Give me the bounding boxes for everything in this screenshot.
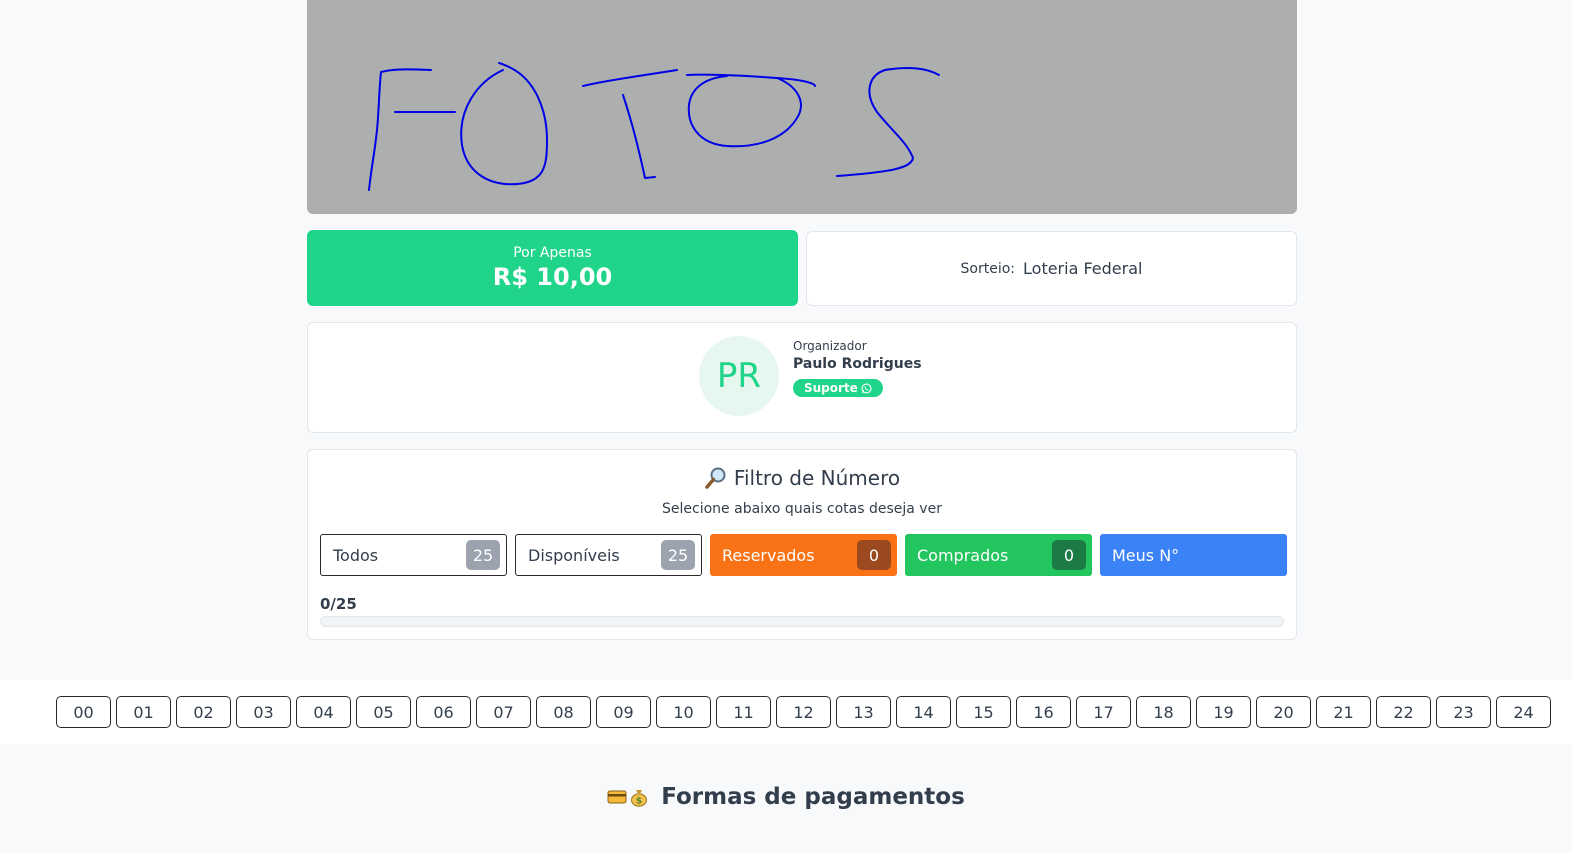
handwritten-fotos-drawing	[368, 62, 940, 191]
number-button[interactable]: 23	[1436, 696, 1491, 728]
price-value: R$ 10,00	[492, 263, 613, 291]
number-button[interactable]: 14	[896, 696, 951, 728]
draw-value: Loteria Federal	[1023, 259, 1143, 278]
number-button[interactable]: 11	[716, 696, 771, 728]
number-button[interactable]: 24	[1496, 696, 1551, 728]
filter-all-label: Todos	[333, 545, 379, 565]
filter-purchased-button[interactable]: Comprados 0	[905, 534, 1092, 576]
money-bag-icon: $	[631, 790, 648, 807]
filter-title: Filtro de Número	[733, 466, 901, 490]
filter-reserved-button[interactable]: Reservados 0	[710, 534, 897, 576]
filter-heading: Filtro de Número	[308, 466, 1296, 490]
payment-icons: $	[607, 787, 649, 807]
filter-buttons: Todos 25 Disponíveis 25 Reservados 0 Com…	[320, 534, 1287, 576]
number-button[interactable]: 10	[656, 696, 711, 728]
filter-available-label: Disponíveis	[528, 545, 620, 565]
payment-methods-heading: $ Formas de pagamentos	[0, 784, 1572, 810]
avatar-initials: PR	[716, 356, 762, 396]
number-button[interactable]: 03	[236, 696, 291, 728]
filter-available-button[interactable]: Disponíveis 25	[515, 534, 702, 576]
filter-available-count: 25	[661, 540, 695, 570]
number-button[interactable]: 08	[536, 696, 591, 728]
number-button[interactable]: 04	[296, 696, 351, 728]
filter-my-numbers-label: Meus N°	[1112, 545, 1180, 565]
number-button[interactable]: 06	[416, 696, 471, 728]
number-button[interactable]: 01	[116, 696, 171, 728]
number-button[interactable]: 09	[596, 696, 651, 728]
magnifier-icon	[705, 467, 726, 489]
number-button[interactable]: 16	[1016, 696, 1071, 728]
price-label: Por Apenas	[513, 245, 592, 261]
number-button[interactable]: 17	[1076, 696, 1131, 728]
filter-subtitle: Selecione abaixo quais cotas deseja ver	[662, 501, 942, 517]
organizer-card: PR Organizador Paulo Rodrigues Suporte	[307, 322, 1297, 433]
filter-purchased-label: Comprados	[917, 545, 1009, 565]
progress-bar	[320, 616, 1284, 627]
filter-all-button[interactable]: Todos 25	[320, 534, 507, 576]
number-button[interactable]: 07	[476, 696, 531, 728]
whatsapp-icon	[861, 382, 872, 394]
draw-label: Sorteio:	[960, 260, 1016, 277]
price-card: Por Apenas R$ 10,00	[307, 230, 798, 306]
filter-purchased-count: 0	[1052, 540, 1086, 570]
number-button[interactable]: 05	[356, 696, 411, 728]
svg-text:$: $	[636, 797, 642, 807]
organizer-role: Organizador	[793, 339, 867, 353]
progress-label: 0/25	[320, 595, 357, 613]
number-filter-card: Filtro de Número Selecione abaixo quais …	[307, 449, 1297, 640]
filter-my-numbers-button[interactable]: Meus N°	[1100, 534, 1287, 576]
filter-all-count: 25	[466, 540, 500, 570]
number-button[interactable]: 20	[1256, 696, 1311, 728]
number-button[interactable]: 02	[176, 696, 231, 728]
number-grid: 00 01 02 03 04 05 06 07 08 09 10 11 12 13 14 15 16 17 18 19…	[56, 696, 1551, 728]
number-button[interactable]: 12	[776, 696, 831, 728]
support-button[interactable]: Suporte	[793, 379, 883, 397]
number-button[interactable]: 13	[836, 696, 891, 728]
number-button[interactable]: 21	[1316, 696, 1371, 728]
filter-reserved-label: Reservados	[722, 545, 815, 565]
draw-card: Sorteio: Loteria Federal	[806, 231, 1297, 306]
organizer-info: Organizador Paulo Rodrigues Suporte	[793, 339, 922, 397]
number-button[interactable]: 18	[1136, 696, 1191, 728]
numbers-strip: 00 01 02 03 04 05 06 07 08 09 10 11 12 13 14 15 16 17 18 19…	[0, 680, 1572, 744]
avatar: PR	[699, 336, 779, 416]
number-button[interactable]: 22	[1376, 696, 1431, 728]
number-button[interactable]: 00	[56, 696, 111, 728]
number-button[interactable]: 15	[956, 696, 1011, 728]
credit-card-icon	[607, 790, 627, 804]
organizer-name: Paulo Rodrigues	[793, 356, 922, 372]
filter-reserved-count: 0	[857, 540, 891, 570]
number-button[interactable]: 19	[1196, 696, 1251, 728]
support-label: Suporte	[804, 381, 858, 395]
raffle-photo	[307, 0, 1297, 214]
payment-methods-title: Formas de pagamentos	[661, 784, 965, 810]
